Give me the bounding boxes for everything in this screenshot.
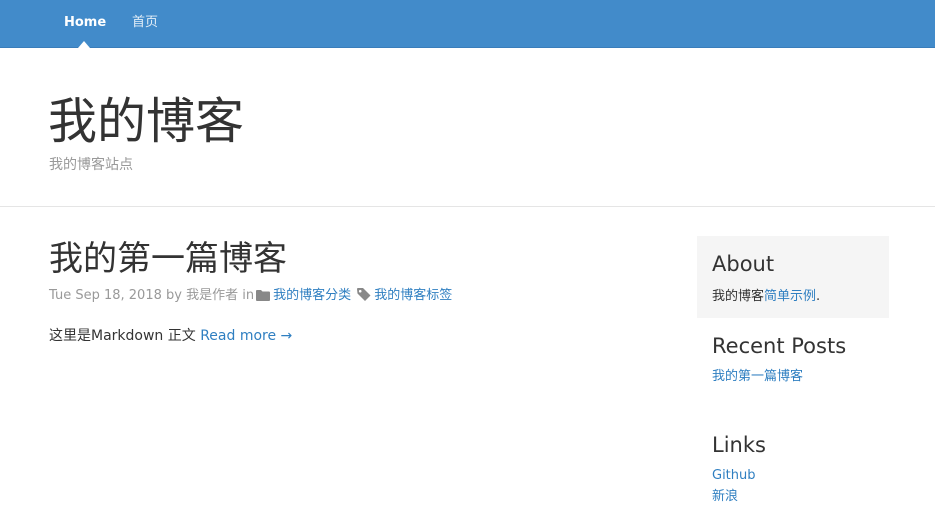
read-more-link[interactable]: Read more → [200,328,292,344]
links-heading: Links [712,433,766,457]
nav-index-link[interactable]: 首页 [132,0,158,47]
post-tag-link[interactable]: 我的博客标签 [374,288,452,303]
tag-icon [357,288,371,301]
recent-posts-section: Recent Posts 我的第一篇博客 [697,332,889,387]
about-text-prefix: 我的博客 [712,289,765,304]
post-date: Tue Sep 18, 2018 [49,288,162,303]
site-title[interactable]: 我的博客 [48,92,244,152]
post-title-link[interactable]: 我的第一篇博客 [49,239,287,279]
sidebar: About 我的博客简单示例. Recent Posts 我的第一篇博客 Lin… [697,236,889,507]
post-summary: 我的第一篇博客 Tue Sep 18, 2018 by 我是作者 in 我的博客分… [49,236,669,346]
links-list: Github 新浪 [712,465,889,507]
post-by-text: by [166,288,182,303]
about-text: 我的博客简单示例. [712,285,875,304]
about-example-link[interactable]: 简单示例 [764,289,816,304]
post-meta: Tue Sep 18, 2018 by 我是作者 in 我的博客分类 我的博客标签 [49,286,669,306]
about-heading: About [712,252,775,276]
recent-posts-list: 我的第一篇博客 [712,366,889,387]
post-excerpt: 这里是Markdown 正文 Read more → [49,326,669,346]
github-link[interactable]: Github [712,465,889,486]
links-section: Links Github 新浪 [697,431,889,507]
top-navbar: Home 首页 [0,0,935,48]
post-excerpt-text: 这里是Markdown 正文 [49,328,196,344]
about-text-suffix: . [816,289,821,304]
post-in-text: in [242,288,255,303]
recent-posts-heading: Recent Posts [712,334,847,358]
recent-post-link[interactable]: 我的第一篇博客 [712,366,889,387]
folder-icon [256,290,271,301]
nav-home-link[interactable]: Home [64,0,106,47]
post-title: 我的第一篇博客 [49,236,669,282]
sina-link[interactable]: 新浪 [712,486,889,507]
active-caret-icon [78,41,90,48]
about-box: About 我的博客简单示例. [697,236,889,318]
post-category-link[interactable]: 我的博客分类 [273,288,351,303]
site-header: 我的博客 我的博客站点 [0,48,935,207]
post-author: 我是作者 [186,288,239,303]
site-subtitle: 我的博客站点 [49,157,133,173]
